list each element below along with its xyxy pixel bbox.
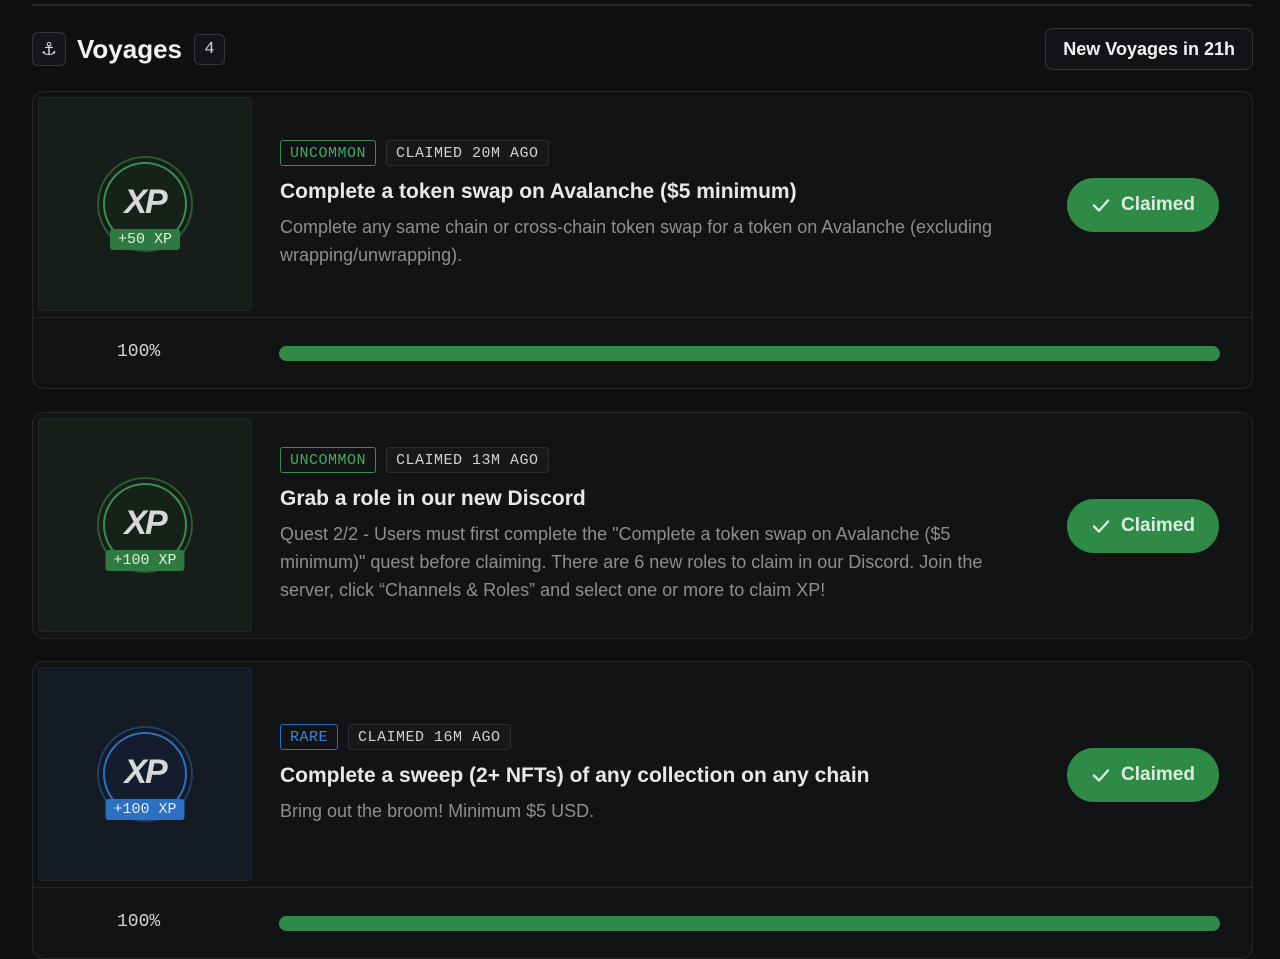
progress-bar-fill: [279, 916, 1220, 931]
voyage-description: Quest 2/2 - Users must first complete th…: [280, 524, 983, 600]
rarity-tag: RARE: [280, 724, 339, 750]
xp-coin-icon: XP +50 XP: [97, 156, 193, 252]
rarity-tag: UNCOMMON: [280, 447, 377, 473]
voyage-thumbnail: XP +100 XP: [38, 667, 252, 881]
progress-percent: 100%: [117, 342, 161, 362]
xp-reward-badge: +50 XP: [109, 229, 181, 250]
claimed-button-label: Claimed: [1121, 764, 1195, 785]
anchor-icon: ⚓: [32, 32, 66, 66]
voyage-title: Complete a sweep (2+ NFTs) of any collec…: [280, 764, 870, 787]
xp-reward-badge: +100 XP: [105, 799, 185, 820]
progress-row: 100%: [33, 887, 1252, 958]
voyage-thumbnail: XP +100 XP: [38, 418, 252, 632]
progress-row: 100%: [33, 317, 1252, 388]
voyage-description: Complete any same chain or cross-chain t…: [280, 217, 993, 265]
voyage-card: XP +100 XP RARE CLAIMED 16M AGO Complete…: [32, 661, 1253, 959]
claimed-button-label: Claimed: [1121, 194, 1195, 215]
rarity-tag: UNCOMMON: [280, 140, 377, 166]
progress-bar: [279, 916, 1220, 931]
voyage-card: XP +50 XP UNCOMMON CLAIMED 20M AGO Compl…: [32, 91, 1253, 389]
xp-coin-icon: XP +100 XP: [97, 477, 193, 573]
claimed-button[interactable]: Claimed: [1067, 499, 1219, 553]
voyage-count-badge: 4: [194, 33, 226, 65]
claimed-time-tag: CLAIMED 16M AGO: [348, 724, 511, 750]
claimed-time-tag: CLAIMED 20M AGO: [386, 140, 549, 166]
check-icon: [1092, 199, 1110, 212]
xp-reward-badge: +100 XP: [105, 550, 185, 571]
voyages-header: ⚓ Voyages 4 New Voyages in 21h: [32, 28, 1253, 70]
check-icon: [1092, 769, 1110, 782]
new-voyages-button[interactable]: New Voyages in 21h: [1045, 28, 1253, 70]
voyage-thumbnail: XP +50 XP: [38, 97, 252, 311]
xp-coin-icon: XP +100 XP: [97, 726, 193, 822]
voyage-title: Grab a role in our new Discord: [280, 487, 586, 510]
progress-bar: [279, 346, 1220, 361]
claimed-button[interactable]: Claimed: [1067, 748, 1219, 802]
page-title: Voyages: [77, 33, 183, 64]
progress-bar-fill: [279, 346, 1220, 361]
voyage-card: XP +100 XP UNCOMMON CLAIMED 13M AGO Grab…: [32, 412, 1253, 639]
claimed-button-label: Claimed: [1121, 515, 1195, 536]
top-divider: [32, 4, 1252, 6]
voyage-title: Complete a token swap on Avalanche ($5 m…: [280, 180, 797, 203]
claimed-time-tag: CLAIMED 13M AGO: [386, 447, 549, 473]
progress-percent: 100%: [117, 912, 161, 932]
claimed-button[interactable]: Claimed: [1067, 178, 1219, 232]
voyage-description: Bring out the broom! Minimum $5 USD.: [280, 801, 595, 821]
check-icon: [1092, 520, 1110, 533]
